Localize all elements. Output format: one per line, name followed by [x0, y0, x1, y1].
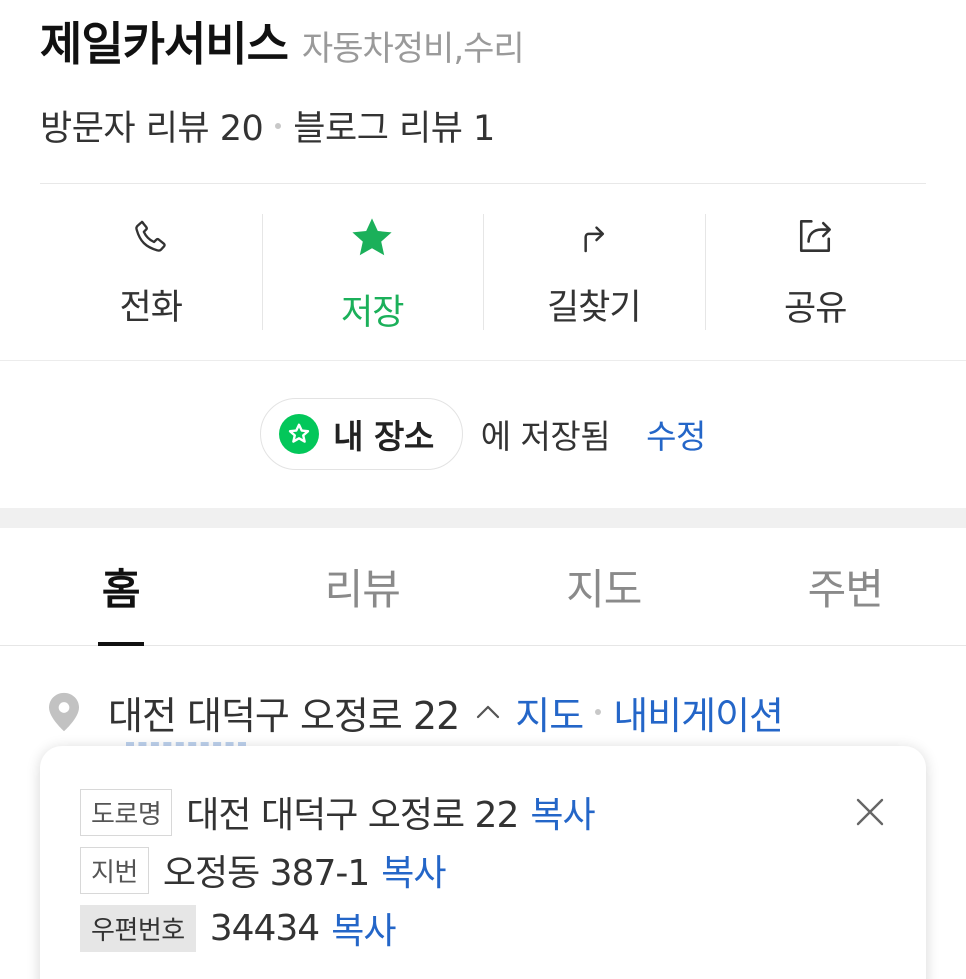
directions-arrow-icon: [570, 214, 618, 257]
call-button[interactable]: 전화: [40, 214, 262, 330]
title-row: 제일카서비스 자동차정비,수리: [40, 8, 930, 74]
jibun-address-tag: 지번: [80, 846, 149, 894]
saved-list-name: 내 장소: [333, 417, 434, 456]
chevron-up-icon[interactable]: [473, 697, 503, 727]
close-icon[interactable]: [852, 794, 888, 830]
edit-saved-link[interactable]: 수정: [646, 410, 706, 458]
copy-postal-code-button[interactable]: 복사: [331, 902, 396, 954]
place-category: 자동차정비,수리: [301, 29, 525, 69]
tab-bar: 홈 리뷰 지도 주변: [0, 528, 966, 646]
map-link[interactable]: 지도: [515, 685, 584, 740]
jibun-address-row: 지번 오정동 387-1 복사: [80, 844, 447, 896]
location-pin-icon: [49, 692, 79, 732]
tab-nearby[interactable]: 주변: [725, 528, 966, 645]
share-button[interactable]: 공유: [704, 214, 927, 330]
saved-star-icon: [279, 414, 320, 454]
place-header: 제일카서비스 자동차정비,수리 방문자 리뷰 20 블로그 리뷰 1: [40, 8, 930, 151]
share-icon: [791, 214, 839, 258]
separator-dot: [595, 709, 602, 715]
star-icon: [348, 214, 396, 262]
tab-reviews[interactable]: 리뷰: [242, 528, 484, 645]
divider: [40, 183, 926, 184]
divider: [0, 360, 966, 361]
save-label: 저장: [341, 293, 404, 333]
phone-icon: [127, 214, 175, 257]
jibun-address-value: 오정동 387-1: [162, 853, 370, 894]
road-address-value: 대전 대덕구 오정로 22: [186, 795, 519, 836]
action-bar: 전화 저장 길찾기 공유: [40, 214, 927, 333]
copy-road-address-button[interactable]: 복사: [530, 786, 595, 838]
tab-home[interactable]: 홈: [0, 528, 242, 645]
tab-map[interactable]: 지도: [483, 528, 725, 645]
address-row: 대전 대덕구 오정로 22 지도 내비게이션: [44, 682, 784, 742]
share-label: 공유: [784, 289, 847, 329]
saved-suffix: 에 저장됨: [480, 417, 611, 456]
postal-code-row: 우편번호 34434 복사: [80, 902, 396, 954]
address-text: 대전 대덕구 오정로 22: [108, 693, 460, 738]
road-address-row: 도로명 대전 대덕구 오정로 22 복사: [80, 786, 596, 838]
copy-jibun-address-button[interactable]: 복사: [381, 844, 446, 896]
directions-label: 길찾기: [546, 288, 642, 328]
call-label: 전화: [119, 288, 183, 328]
saved-status: 내 장소 에 저장됨 수정: [0, 398, 966, 470]
postal-code-tag: 우편번호: [80, 904, 196, 952]
directions-button[interactable]: 길찾기: [483, 214, 705, 330]
save-button[interactable]: 저장: [261, 214, 484, 333]
saved-list-chip[interactable]: 내 장소: [260, 398, 463, 470]
road-address-tag: 도로명: [80, 788, 173, 836]
postal-code-value: 34434: [209, 907, 321, 949]
review-summary: 방문자 리뷰 20 블로그 리뷰 1: [40, 100, 930, 151]
place-name: 제일카서비스: [40, 17, 289, 71]
section-separator: [0, 508, 966, 528]
blog-review-link[interactable]: 블로그 리뷰 1: [293, 100, 495, 151]
navigation-link[interactable]: 내비게이션: [613, 685, 784, 740]
address-detail-popup: 도로명 대전 대덕구 오정로 22 복사 지번 오정동 387-1 복사 우편번…: [40, 746, 926, 979]
visitor-review-link[interactable]: 방문자 리뷰 20: [40, 100, 264, 151]
separator-dot: [275, 122, 282, 129]
